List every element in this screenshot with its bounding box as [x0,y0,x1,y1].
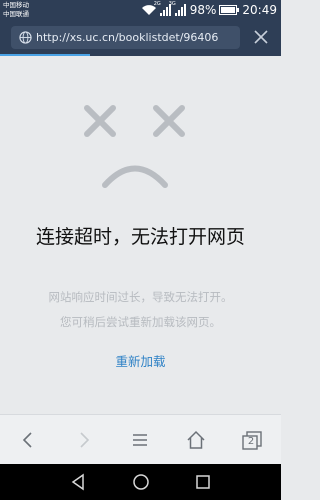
battery-icon [219,5,240,15]
carrier-info: 中国移动 中国联通 [3,1,29,18]
clock: 20:49 [242,3,277,17]
tab-count: 2 [247,436,255,447]
forward-icon[interactable] [71,427,97,453]
status-indicators: 2G 3G 98% 20:49 [141,1,277,18]
error-page: 连接超时，无法打开网页 网站响应时间过长，导致无法打开。 您可稍后尝试重新加载该… [0,56,281,414]
menu-icon[interactable] [127,427,153,453]
nav-back-icon[interactable] [68,471,90,493]
battery-percent: 98% [189,3,217,17]
error-title: 连接超时，无法打开网页 [35,226,245,248]
status-bar: 中国移动 中国联通 2G 3G 98% 20:49 [0,0,281,20]
close-icon[interactable] [252,28,270,46]
globe-icon [19,31,32,44]
url-text: http://xs.uc.cn/booklistdet/96406 [36,31,219,44]
carrier-2: 中国联通 [3,9,29,18]
tabs-icon[interactable]: 2 [239,427,265,453]
system-nav-bar [0,464,281,500]
error-desc-line-2: 您可稍后尝试重新加载该网页。 [60,315,221,329]
network-2-label: 3G [168,1,176,7]
nav-home-icon[interactable] [130,471,152,493]
nav-recents-icon[interactable] [192,471,214,493]
reload-button[interactable]: 重新加载 [90,351,191,370]
home-icon[interactable] [183,427,209,453]
url-field[interactable]: http://xs.uc.cn/booklistdet/96406 [11,26,240,49]
signal-2-icon: 3G [169,1,187,16]
browser-toolbar: 2 [0,414,281,465]
error-description: 网站响应时间过长，导致无法打开。 您可稍后尝试重新加载该网页。 [20,285,261,335]
error-desc-line-1: 网站响应时间过长，导致无法打开。 [48,290,233,304]
carrier-1: 中国移动 [3,1,29,9]
network-1-label: 2G [153,1,161,7]
back-icon[interactable] [15,427,41,453]
address-bar: http://xs.uc.cn/booklistdet/96406 [0,20,281,56]
